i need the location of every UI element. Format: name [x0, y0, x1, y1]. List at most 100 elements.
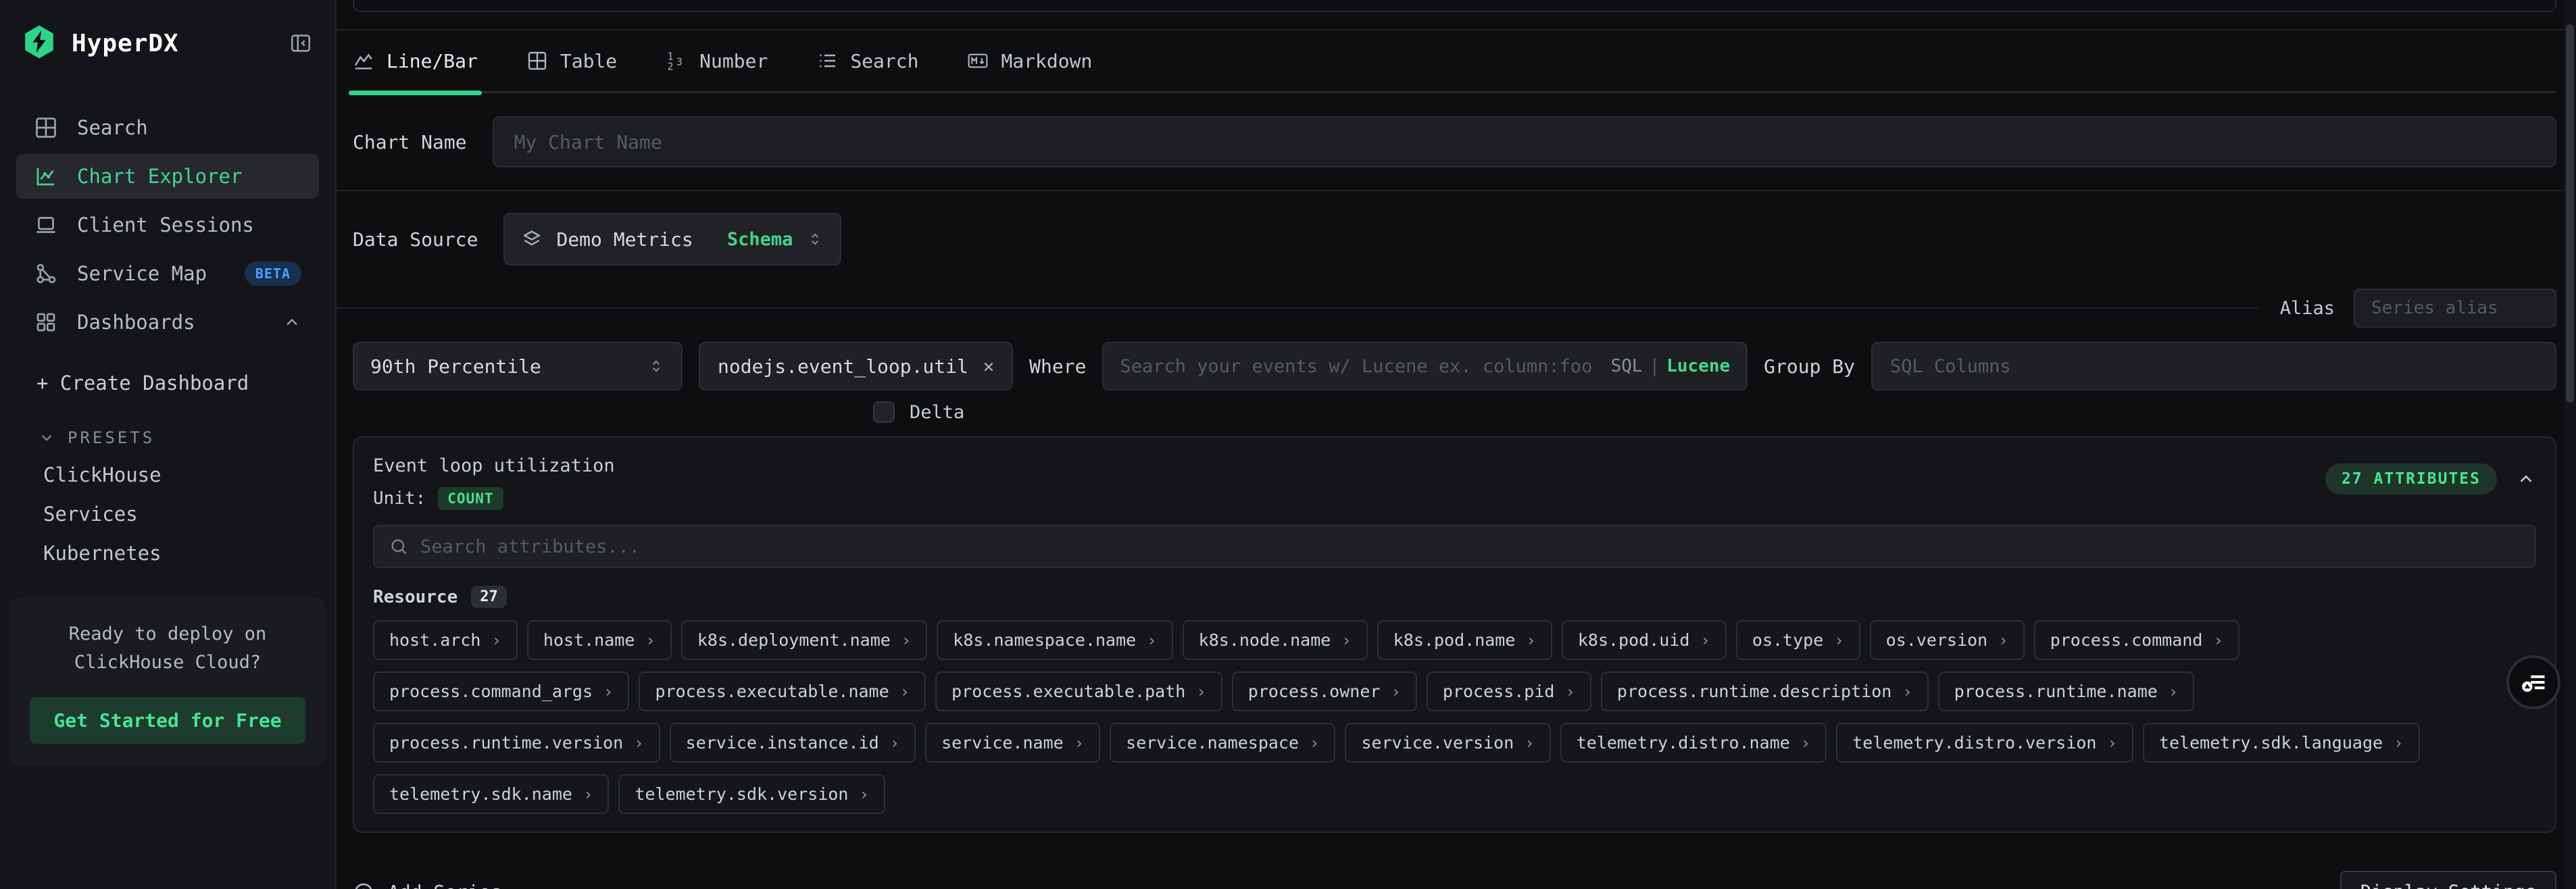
attribute-chip[interactable]: telemetry.distro.name › — [1560, 723, 1827, 763]
attribute-chip-label: process.executable.path — [951, 682, 1185, 701]
data-source-select[interactable]: Demo Metrics Schema — [503, 213, 841, 265]
sidebar-nav: Search Chart Explorer — [0, 105, 335, 345]
scrollbar-thumb[interactable] — [2566, 24, 2574, 403]
data-source-row: Data Source Demo Metrics Schema — [353, 213, 2556, 265]
panel-header-right: 27 ATTRIBUTES — [2325, 463, 2536, 494]
chevron-right-icon: › — [1700, 631, 1710, 650]
attribute-chip-label: process.command — [2050, 630, 2203, 650]
sidebar-item-dashboards[interactable]: Dashboards — [16, 300, 319, 345]
select-chevrons-icon — [647, 357, 665, 375]
attribute-chip[interactable]: service.version › — [1345, 723, 1550, 763]
sidebar-item-label: Search — [77, 116, 148, 139]
data-source-value: Demo Metrics — [556, 228, 693, 251]
attribute-chip[interactable]: host.arch › — [373, 620, 518, 660]
sidebar-item-client-sessions[interactable]: Client Sessions — [16, 203, 319, 247]
attribute-chip[interactable]: service.namespace › — [1110, 723, 1335, 763]
attribute-chip[interactable]: telemetry.distro.version › — [1836, 723, 2133, 763]
tab-number[interactable]: 1 2 3 Number — [666, 30, 768, 91]
attribute-chip[interactable]: process.owner › — [1232, 671, 1417, 711]
metric-tag[interactable]: nodejs.event_loop.util ✕ — [699, 342, 1013, 390]
attribute-chip-list: host.arch › host.name › k8s.deployment.n… — [373, 620, 2441, 814]
get-started-button[interactable]: Get Started for Free — [30, 697, 305, 744]
create-dashboard-button[interactable]: + Create Dashboard — [36, 372, 335, 395]
chart-line-icon — [34, 164, 58, 188]
panel-header: Event loop utilization Unit: COUNT 27 AT… — [373, 455, 2536, 510]
tab-label: Markdown — [1001, 50, 1092, 72]
attribute-chip[interactable]: process.command_args › — [373, 671, 629, 711]
beta-badge: BETA — [245, 261, 301, 286]
group-by-input[interactable] — [1871, 342, 2556, 390]
attribute-chip[interactable]: k8s.pod.uid › — [1562, 620, 1727, 660]
presets-label: PRESETS — [68, 428, 155, 447]
sidebar-item-label: Client Sessions — [77, 213, 254, 236]
attribute-chip[interactable]: host.name › — [527, 620, 672, 660]
markdown-icon — [967, 50, 989, 72]
attribute-chip[interactable]: service.instance.id › — [670, 723, 916, 763]
attribute-chip[interactable]: process.command › — [2034, 620, 2239, 660]
svg-text:3: 3 — [676, 57, 683, 68]
where-search-input[interactable] — [1120, 356, 1598, 377]
aggregation-select[interactable]: 90th Percentile — [353, 342, 683, 390]
tab-label: Number — [699, 50, 768, 72]
attribute-chip-label: k8s.node.name — [1199, 630, 1331, 650]
attribute-chip-label: k8s.deployment.name — [697, 630, 891, 650]
chevron-right-icon: › — [1310, 734, 1319, 753]
filter-list-icon — [2519, 667, 2548, 697]
where-search-box[interactable]: SQL|Lucene — [1102, 342, 1748, 390]
feedback-fab-button[interactable] — [2506, 655, 2560, 709]
list-icon — [816, 50, 838, 72]
tab-markdown[interactable]: Markdown — [967, 30, 1092, 91]
attribute-chip[interactable]: k8s.namespace.name › — [937, 620, 1172, 660]
attribute-chip[interactable]: process.pid › — [1427, 671, 1591, 711]
chart-name-input[interactable] — [493, 116, 2556, 168]
preset-item[interactable]: Services — [43, 503, 335, 526]
attribute-chip[interactable]: os.type › — [1736, 620, 1860, 660]
add-series-label: Add Series — [388, 881, 502, 889]
attribute-chip-label: process.runtime.name — [1954, 682, 2158, 701]
attribute-chip[interactable]: process.runtime.name › — [1938, 671, 2194, 711]
alias-input[interactable] — [2354, 288, 2556, 328]
tab-table[interactable]: Table — [526, 30, 617, 91]
attribute-chip[interactable]: k8s.pod.name › — [1377, 620, 1552, 660]
attribute-chip[interactable]: k8s.node.name › — [1183, 620, 1368, 660]
sidebar-item-search[interactable]: Search — [16, 105, 319, 150]
attribute-chip-label: host.arch — [389, 630, 480, 650]
preset-item[interactable]: ClickHouse — [43, 463, 335, 486]
tab-search[interactable]: Search — [816, 30, 918, 91]
scrollbar[interactable] — [2564, 0, 2576, 889]
delta-checkbox[interactable] — [873, 401, 895, 423]
attribute-chip[interactable]: telemetry.sdk.name › — [373, 774, 609, 814]
presets-header[interactable]: PRESETS — [38, 428, 335, 447]
attribute-chip[interactable]: k8s.deployment.name › — [681, 620, 927, 660]
attribute-chip-label: telemetry.distro.version — [1852, 733, 2096, 753]
attribute-chip[interactable]: service.name › — [925, 723, 1100, 763]
chevron-right-icon: › — [1834, 631, 1843, 650]
display-settings-button[interactable]: Display Settings — [2340, 871, 2556, 889]
tab-line-bar[interactable]: Line/Bar — [353, 30, 478, 91]
lucene-option[interactable]: Lucene — [1666, 356, 1730, 376]
delta-row: Delta — [873, 401, 2556, 423]
attribute-chip[interactable]: process.runtime.version › — [373, 723, 660, 763]
attribute-chip-label: os.type — [1752, 630, 1823, 650]
sql-option[interactable]: SQL — [1611, 356, 1643, 376]
attribute-chip[interactable]: process.executable.name › — [639, 671, 926, 711]
remove-metric-icon[interactable]: ✕ — [983, 356, 994, 377]
sidebar-item-chart-explorer[interactable]: Chart Explorer — [16, 154, 319, 199]
sql-lucene-toggle[interactable]: SQL|Lucene — [1611, 356, 1731, 376]
attribute-chip-label: k8s.pod.name — [1393, 630, 1516, 650]
attribute-search-box[interactable] — [373, 525, 2536, 568]
preset-item[interactable]: Kubernetes — [43, 542, 335, 565]
attribute-search-input[interactable] — [420, 536, 2520, 557]
attribute-chip[interactable]: telemetry.sdk.language › — [2143, 723, 2420, 763]
sidebar: HyperDX Search — [0, 0, 337, 889]
attribute-chip[interactable]: telemetry.sdk.version › — [618, 774, 885, 814]
collapse-sidebar-icon[interactable] — [289, 32, 312, 55]
attribute-chip[interactable]: process.executable.path › — [935, 671, 1222, 711]
add-series-button[interactable]: Add Series — [353, 881, 502, 889]
main-content: Line/Bar Table 1 2 3 — [337, 0, 2576, 889]
attribute-chip[interactable]: os.version › — [1870, 620, 2025, 660]
schema-link[interactable]: Schema — [727, 229, 793, 250]
collapse-panel-icon[interactable] — [2516, 469, 2536, 489]
attribute-chip[interactable]: process.runtime.description › — [1601, 671, 1929, 711]
sidebar-item-service-map[interactable]: Service Map BETA — [16, 251, 319, 296]
